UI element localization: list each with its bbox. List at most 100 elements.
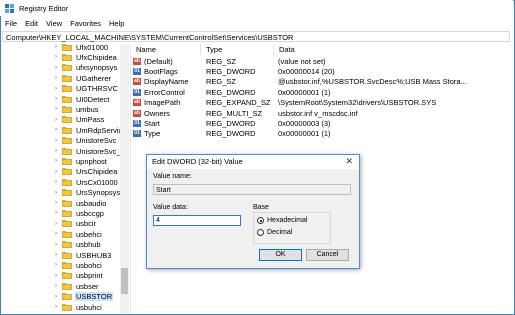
menu-favorites[interactable]: Favorites [66, 19, 105, 28]
tree-item[interactable]: › usbprint [52, 271, 104, 281]
chevron-right-icon[interactable]: › [52, 44, 60, 50]
tree-item[interactable]: › UrsCx01000 [52, 177, 119, 187]
folder-icon [62, 147, 72, 155]
value-row[interactable]: 01 BootFlags REG_DWORD 0x00000014 (20) [131, 66, 513, 76]
tree-item[interactable]: › usbaudio [52, 198, 107, 208]
tree-item[interactable]: › UnistoreSvc [52, 136, 117, 146]
value-row[interactable]: ab ImagePath REG_EXPAND_SZ \SystemRoot\Syst… [131, 98, 513, 108]
folder-icon [62, 157, 72, 165]
chevron-right-icon[interactable]: › [52, 117, 60, 123]
chevron-right-icon[interactable]: › [52, 231, 60, 237]
tree-scrollbar-thumb[interactable] [121, 268, 128, 294]
chevron-right-icon[interactable]: › [52, 304, 60, 310]
chevron-right-icon[interactable]: › [52, 283, 60, 289]
tree-item[interactable]: › usbcir [52, 219, 97, 229]
tree-item[interactable]: › UrsChipidea [52, 167, 118, 177]
value-row[interactable]: ab DisplayName REG_SZ @usbstor.inf,%USBSTOR… [131, 77, 513, 87]
ok-button[interactable]: OK [259, 249, 302, 261]
chevron-right-icon[interactable]: › [52, 262, 60, 268]
chevron-right-icon[interactable]: › [52, 96, 60, 102]
menu-edit[interactable]: Edit [21, 19, 42, 28]
tree-item-label: UGTHRSVC [76, 84, 119, 94]
chevron-right-icon[interactable]: › [52, 221, 60, 227]
hexadecimal-radio[interactable]: Hexadecimal [257, 217, 307, 224]
tree-item[interactable]: › UmPass [52, 115, 105, 125]
tree-item[interactable]: › UGatherer [52, 73, 112, 83]
radio-checked-icon[interactable] [257, 217, 264, 224]
value-name-cell: ab DisplayName [131, 77, 201, 86]
tree-item[interactable]: › umbus [52, 104, 100, 114]
tree-item[interactable]: › ufxsynopsys [52, 63, 118, 73]
decimal-radio[interactable]: Decimal [257, 229, 292, 236]
value-row[interactable]: 01 Start REG_DWORD 0x00000003 (3) [131, 118, 513, 128]
tree-item[interactable]: › usbehci [52, 229, 103, 239]
menu-bar: File Edit View Favorites Help [0, 17, 513, 29]
value-row[interactable]: ab Owners REG_MULTI_SZ usbstor.inf v_mscdsc… [131, 108, 513, 118]
value-data-cell: @usbstor.inf,%USBSTOR.SvcDesc%;USB Mass … [278, 77, 467, 87]
tree-item-label: UnistoreSvc [76, 136, 117, 146]
chevron-right-icon[interactable]: › [52, 127, 60, 133]
tree-item[interactable]: › upnphost [52, 156, 108, 166]
menu-file[interactable]: File [0, 19, 21, 28]
tree-item[interactable]: › USBHUB3 [52, 250, 112, 260]
chevron-right-icon[interactable]: › [52, 158, 60, 164]
column-header-data[interactable]: Data [274, 44, 513, 55]
value-data-input[interactable]: 4 [153, 215, 241, 226]
tree-item[interactable]: › UfxChipidea [52, 52, 118, 62]
chevron-right-icon[interactable]: › [52, 65, 60, 71]
chevron-right-icon[interactable]: › [52, 106, 60, 112]
tree-item[interactable]: › usbuhci [52, 302, 103, 312]
chevron-right-icon[interactable]: › [52, 190, 60, 196]
column-header-name[interactable]: Name [131, 44, 201, 55]
chevron-right-icon[interactable]: › [52, 242, 60, 248]
chevron-right-icon[interactable]: › [52, 273, 60, 279]
chevron-right-icon[interactable]: › [52, 138, 60, 144]
tree-item[interactable]: › USBSTOR [52, 292, 114, 302]
value-type-cell: REG_DWORD [206, 87, 256, 97]
chevron-right-icon[interactable]: › [52, 200, 60, 206]
folder-icon [62, 303, 72, 311]
chevron-right-icon[interactable]: › [52, 252, 60, 258]
tree-item-label: usbaudio [76, 198, 107, 208]
window-title: Registry Editor [19, 3, 69, 13]
value-row[interactable]: ab (Default) REG_SZ (value not set) [131, 56, 513, 66]
tree-item-label: UmPass [76, 115, 105, 125]
tree-item[interactable]: › usbohci [52, 260, 103, 270]
dialog-body: Value name: Start Value data: 4 Base Hex… [147, 169, 359, 268]
folder-icon [62, 44, 72, 51]
folder-icon [62, 220, 72, 228]
radio-unchecked-icon[interactable] [257, 229, 264, 236]
tree-item-label: usbhub [76, 240, 101, 250]
tree-item[interactable]: › usbhub [52, 240, 102, 250]
value-row[interactable]: 01 Type REG_DWORD 0x00000001 (1) [131, 129, 513, 139]
chevron-right-icon[interactable]: › [52, 294, 60, 300]
menu-help[interactable]: Help [105, 19, 128, 28]
chevron-right-icon[interactable]: › [52, 179, 60, 185]
folder-icon [62, 74, 72, 82]
cancel-button[interactable]: Cancel [306, 249, 349, 261]
menu-view[interactable]: View [42, 19, 66, 28]
column-header-type[interactable]: Type [201, 44, 274, 55]
chevron-right-icon[interactable]: › [52, 210, 60, 216]
tree-item[interactable]: › usbccgp [52, 208, 105, 218]
chevron-right-icon[interactable]: › [52, 86, 60, 92]
chevron-right-icon[interactable]: › [52, 148, 60, 154]
value-row[interactable]: 01 ErrorControl REG_DWORD 0x00000001 (1) [131, 87, 513, 97]
close-icon[interactable]: ✕ [345, 155, 353, 168]
tree-item[interactable]: › UrsSynopsys [52, 188, 121, 198]
address-bar[interactable]: Computer\HKEY_LOCAL_MACHINE\SYSTEM\Curre… [2, 31, 510, 42]
chevron-right-icon[interactable]: › [52, 75, 60, 81]
tree-item[interactable]: › UmRdpService [52, 125, 127, 135]
binary-value-icon: 01 [133, 130, 141, 138]
folder-icon [62, 230, 72, 238]
value-name-cell: ab ImagePath [131, 98, 201, 107]
tree-item[interactable]: › Ufx01000 [52, 44, 109, 52]
tree-item[interactable]: › usbser [52, 281, 100, 291]
tree-item[interactable]: › UnistoreSvc_59 [52, 146, 129, 156]
chevron-right-icon[interactable]: › [52, 169, 60, 175]
chevron-right-icon[interactable]: › [52, 54, 60, 60]
decimal-label: Decimal [267, 229, 293, 236]
tree-item[interactable]: › UGTHRSVC [52, 84, 119, 94]
value-name-cell: 01 Start [131, 119, 201, 128]
tree-item[interactable]: › UI0Detect [52, 94, 110, 104]
